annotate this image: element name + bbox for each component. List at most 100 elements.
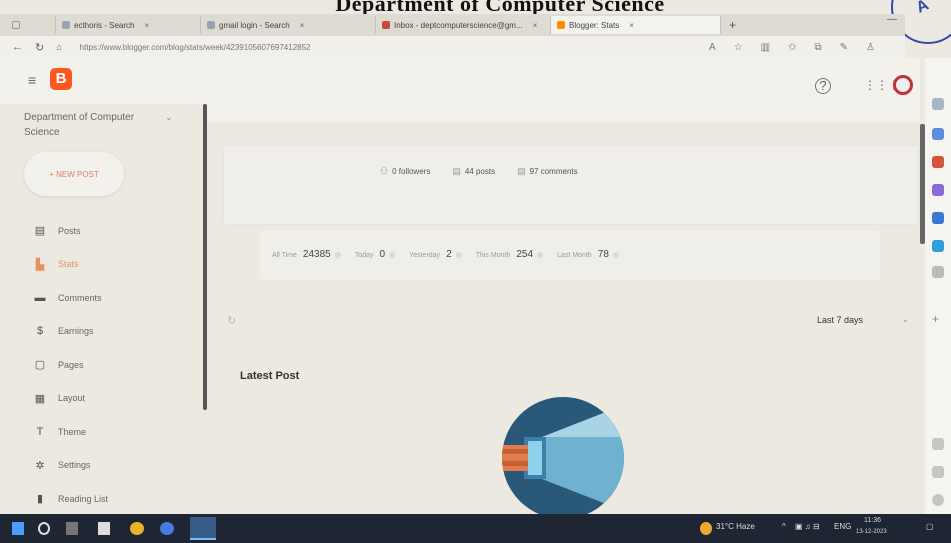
outlook-icon[interactable] bbox=[932, 240, 944, 252]
sidebar-item-settings[interactable]: ✲ Settings bbox=[34, 449, 108, 483]
stat-label: Yesterday bbox=[409, 252, 441, 259]
eye-icon: ◎ bbox=[334, 252, 341, 259]
document-heading: Department of Computer Science bbox=[335, 0, 665, 16]
search-icon[interactable] bbox=[932, 98, 944, 110]
sidebar-item-theme[interactable]: T Theme bbox=[34, 415, 108, 449]
language-indicator[interactable]: ENG bbox=[834, 522, 851, 531]
back-icon[interactable]: ← bbox=[12, 41, 23, 53]
pageviews-last-month: Last Month 78 ◎ bbox=[557, 249, 619, 260]
posts-text: 44 posts bbox=[464, 167, 496, 176]
overview-counts: ⚇ 0 followers ▤ 44 posts ▤ 97 comments bbox=[380, 166, 578, 177]
sidebar-item-pages[interactable]: ▢ Pages bbox=[34, 348, 108, 382]
minimize-icon[interactable]: — bbox=[887, 14, 897, 25]
settings-icon[interactable] bbox=[932, 494, 944, 506]
stats-main: ⚇ 0 followers ▤ 44 posts ▤ 97 comments All … bbox=[210, 122, 920, 519]
eye-icon: ◎ bbox=[537, 252, 544, 259]
refresh-icon[interactable]: ↻ bbox=[227, 314, 236, 327]
comments-text: 97 comments bbox=[529, 167, 578, 176]
eye-icon: ◎ bbox=[455, 252, 462, 259]
sidebar-nav: ▤ Posts ▙ Stats ▬ Comments $ Earnings ▢ Pages… bbox=[34, 214, 109, 516]
latest-post-thumbnail[interactable] bbox=[502, 397, 624, 519]
tab-1[interactable]: ecthoris - Search × bbox=[56, 16, 201, 34]
sidebar-item-comments[interactable]: ▬ Comments bbox=[34, 281, 108, 315]
clock-time[interactable]: 11:36 bbox=[864, 517, 881, 524]
profile-icon[interactable]: ♙ bbox=[866, 42, 875, 53]
tab-menu[interactable] bbox=[6, 16, 56, 34]
read-aloud-icon[interactable]: A bbox=[709, 42, 716, 53]
tray-icons[interactable]: ▣ ♫ ⊟ bbox=[795, 522, 820, 531]
split-screen-icon[interactable]: ▥ bbox=[761, 42, 770, 53]
pageviews-all-time: All Time 24385 ◎ bbox=[272, 249, 341, 260]
close-icon[interactable]: × bbox=[300, 21, 305, 30]
clock-date[interactable]: 13-12-2023 bbox=[856, 529, 887, 535]
weather-icon bbox=[700, 522, 712, 535]
tab-3[interactable]: Inbox - deptcomputerscience@gm... × bbox=[376, 16, 551, 34]
sidebar-scrollbar[interactable] bbox=[203, 104, 207, 410]
office-icon[interactable] bbox=[932, 212, 944, 224]
tray-chevron-icon[interactable]: ^ bbox=[782, 522, 786, 531]
app-icon[interactable] bbox=[160, 522, 174, 535]
blogger-logo[interactable]: B bbox=[50, 68, 72, 90]
sidebar-item-reading-list[interactable]: ▮ Reading List bbox=[34, 482, 108, 516]
new-post-button[interactable]: + NEW POST bbox=[24, 152, 124, 196]
close-icon[interactable]: × bbox=[629, 21, 634, 30]
reading-list-icon: ▮ bbox=[36, 493, 44, 506]
tools-icon[interactable] bbox=[932, 156, 944, 168]
menu-icon[interactable]: ≡ bbox=[28, 72, 36, 88]
file-explorer-icon[interactable] bbox=[98, 522, 110, 535]
followers-text: 0 followers bbox=[392, 167, 431, 176]
windows-start-icon[interactable] bbox=[12, 522, 24, 535]
sidebar-item-label: Theme bbox=[58, 426, 87, 437]
sidebar-item-posts[interactable]: ▤ Posts bbox=[34, 214, 108, 248]
close-icon[interactable]: × bbox=[533, 21, 538, 30]
external-icon[interactable] bbox=[932, 466, 944, 478]
pageviews-today: Today 0 ◎ bbox=[355, 249, 395, 260]
latest-post-title: Latest Post bbox=[240, 370, 300, 382]
task-view-icon[interactable] bbox=[66, 522, 78, 535]
collections-icon[interactable]: ⧉ bbox=[815, 42, 822, 53]
blogger-favicon-icon bbox=[557, 21, 565, 29]
split-icon[interactable] bbox=[932, 438, 944, 450]
sidebar-item-label: Settings bbox=[58, 460, 91, 471]
sidebar-item-layout[interactable]: ▦ Layout bbox=[34, 382, 108, 416]
chevron-down-icon[interactable]: ⌄ bbox=[902, 315, 909, 324]
sidebar-item-label: Posts bbox=[58, 225, 81, 236]
sidebar-item-earnings[interactable]: $ Earnings bbox=[34, 315, 108, 349]
edge-browser-icon[interactable] bbox=[190, 517, 216, 540]
stat-label: Last Month bbox=[557, 252, 592, 259]
favorite-star-icon[interactable]: ☆ bbox=[734, 42, 743, 53]
comments-icon: ▬ bbox=[34, 291, 46, 304]
close-icon[interactable]: × bbox=[144, 21, 149, 30]
tab-2[interactable]: gmail login - Search × bbox=[201, 16, 376, 34]
favorites-icon[interactable]: ✩ bbox=[788, 42, 796, 53]
date-range-select[interactable]: Last 7 days bbox=[817, 315, 863, 325]
add-icon[interactable]: + bbox=[932, 312, 944, 326]
layout-icon: ▦ bbox=[34, 392, 46, 405]
overview-card bbox=[224, 146, 918, 224]
sidebar-item-stats[interactable]: ▙ Stats bbox=[34, 248, 108, 282]
eye-icon: ◎ bbox=[389, 252, 396, 259]
search-icon[interactable] bbox=[38, 522, 50, 535]
tab-4[interactable]: Blogger: Stats × bbox=[551, 16, 721, 34]
pageviews-this-month: This Month 254 ◎ bbox=[476, 249, 543, 260]
blog-selector[interactable]: Department of Computer Science bbox=[24, 110, 154, 140]
chrome-icon[interactable] bbox=[130, 522, 144, 535]
help-icon[interactable]: ? bbox=[815, 78, 831, 94]
extensions-icon[interactable]: ✎ bbox=[840, 42, 848, 53]
weather-text[interactable]: 31°C Haze bbox=[716, 522, 755, 531]
notification-icon[interactable]: ▢ bbox=[926, 522, 934, 531]
browser-tab-bar: ecthoris - Search × gmail login - Search ×… bbox=[0, 14, 905, 36]
shopping-icon[interactable] bbox=[932, 128, 944, 140]
sidebar-item-label: Earnings bbox=[58, 326, 94, 337]
new-tab-button[interactable]: + bbox=[729, 18, 736, 32]
avatar[interactable] bbox=[893, 75, 913, 95]
refresh-icon[interactable]: ↻ bbox=[35, 41, 44, 54]
chevron-down-icon[interactable]: ⌄ bbox=[165, 112, 173, 123]
games-icon[interactable] bbox=[932, 184, 944, 196]
followers-icon: ⚇ bbox=[380, 166, 389, 176]
stat-label: All Time bbox=[272, 252, 297, 259]
posts-icon: ▤ bbox=[452, 166, 461, 176]
word-icon[interactable] bbox=[932, 266, 944, 278]
url-field[interactable]: https://www.blogger.com/blog/stats/week/… bbox=[80, 43, 311, 52]
settings-icon: ✲ bbox=[35, 459, 45, 472]
